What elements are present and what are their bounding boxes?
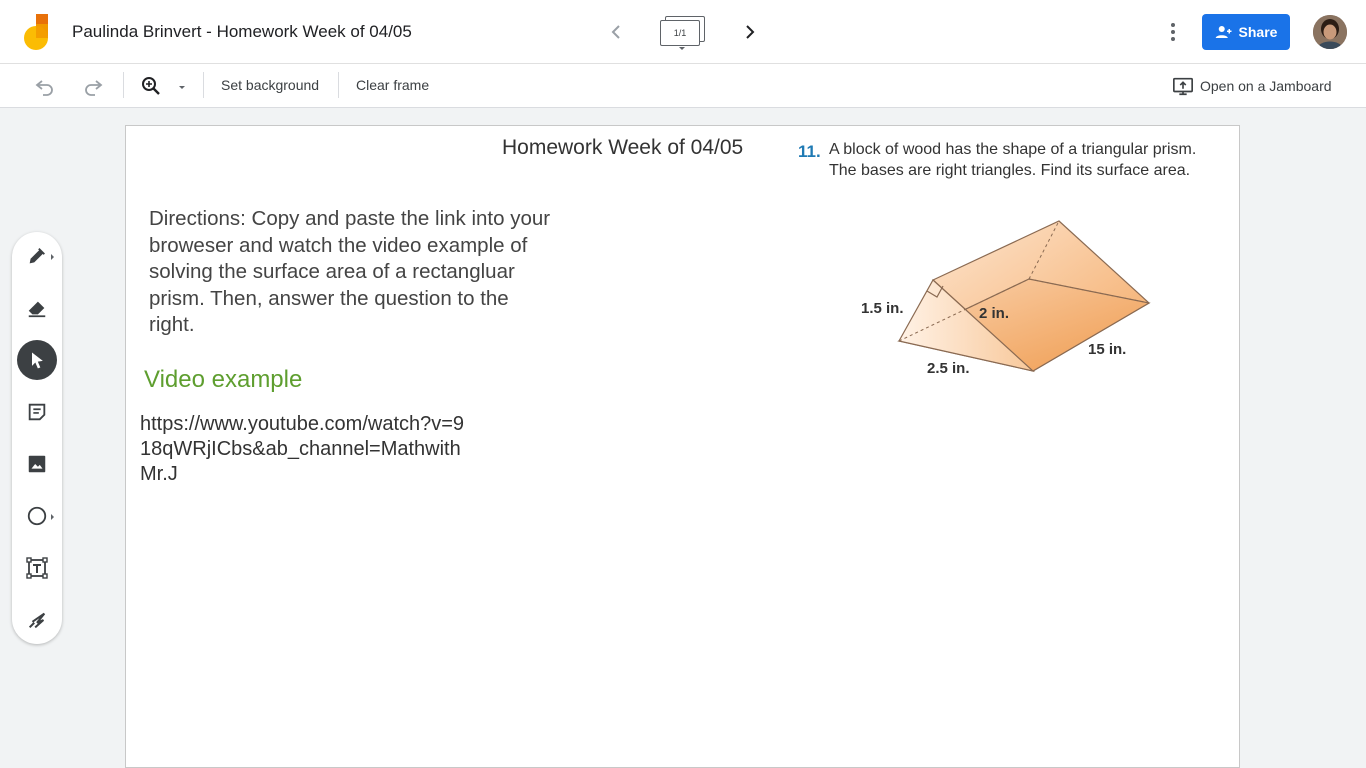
length-label: 15 in. (1088, 341, 1126, 358)
top-bar: Paulinda Brinvert - Homework Week of 04/… (0, 0, 1366, 64)
chevron-down-icon (679, 47, 685, 50)
avatar[interactable] (1313, 15, 1347, 49)
circle-shape-icon (27, 506, 47, 526)
zoom-icon[interactable] (139, 74, 163, 98)
frame-counter-label: 1/1 (660, 20, 700, 46)
sticky-note-icon (28, 403, 46, 421)
height-label: 1.5 in. (861, 300, 904, 317)
toolbar-divider (123, 72, 124, 98)
document-title[interactable]: Paulinda Brinvert - Homework Week of 04/… (72, 22, 412, 42)
hypotenuse-label: 2 in. (979, 305, 1009, 322)
image-tool[interactable] (17, 444, 57, 484)
zoom-dropdown-icon[interactable] (174, 74, 190, 98)
image-icon (28, 455, 46, 473)
open-on-jamboard-button[interactable]: Open on a Jamboard (1172, 74, 1332, 98)
text-box-tool[interactable] (17, 548, 57, 588)
clear-frame-button[interactable]: Clear frame (356, 77, 429, 93)
redo-icon[interactable] (81, 74, 105, 98)
undo-icon[interactable] (33, 74, 57, 98)
jamboard-logo[interactable] (22, 14, 50, 50)
laser-pointer-icon (28, 612, 46, 629)
chevron-right-icon (51, 514, 54, 520)
next-frame-icon[interactable] (738, 20, 762, 44)
pen-icon (29, 248, 45, 264)
problem-text[interactable]: A block of wood has the shape of a trian… (829, 140, 1209, 181)
toolbar-divider (203, 72, 204, 98)
present-to-device-icon (1173, 77, 1193, 96)
sticky-note-tool[interactable] (17, 392, 57, 432)
jam-frame-canvas[interactable]: Homework Week of 04/05 Directions: Copy … (125, 125, 1240, 768)
person-add-icon (1215, 26, 1232, 38)
directions-text[interactable]: Directions: Copy and paste the link into… (149, 206, 559, 339)
problem-number: 11. (798, 142, 821, 161)
tool-palette (12, 232, 62, 644)
video-link[interactable]: https://www.youtube.com/watch?v=918qWRjI… (140, 412, 470, 487)
laser-tool[interactable] (17, 600, 57, 640)
video-example-heading[interactable]: Video example (144, 366, 302, 394)
eraser-icon (28, 301, 46, 318)
triangular-prism-diagram[interactable]: 1.5 in. 2 in. 2.5 in. 15 in. (846, 211, 1166, 386)
previous-frame-icon[interactable] (604, 20, 628, 44)
select-tool[interactable] (17, 340, 57, 380)
shape-tool[interactable] (17, 496, 57, 536)
share-button[interactable]: Share (1202, 14, 1290, 50)
frame-title[interactable]: Homework Week of 04/05 (502, 136, 743, 160)
set-background-button[interactable]: Set background (221, 77, 319, 93)
open-on-jamboard-label: Open on a Jamboard (1200, 78, 1332, 94)
base-label: 2.5 in. (927, 360, 970, 377)
more-options-icon[interactable] (1161, 20, 1185, 44)
chevron-right-icon (51, 254, 54, 260)
cursor-arrow-icon (32, 352, 43, 369)
toolbar: Set background Clear frame Open on a Jam… (0, 64, 1366, 108)
toolbar-divider (338, 72, 339, 98)
pen-tool[interactable] (17, 236, 57, 276)
share-label: Share (1238, 24, 1278, 40)
eraser-tool[interactable] (17, 288, 57, 328)
text-box-icon (26, 557, 48, 579)
frame-counter-button[interactable]: 1/1 (659, 16, 707, 52)
